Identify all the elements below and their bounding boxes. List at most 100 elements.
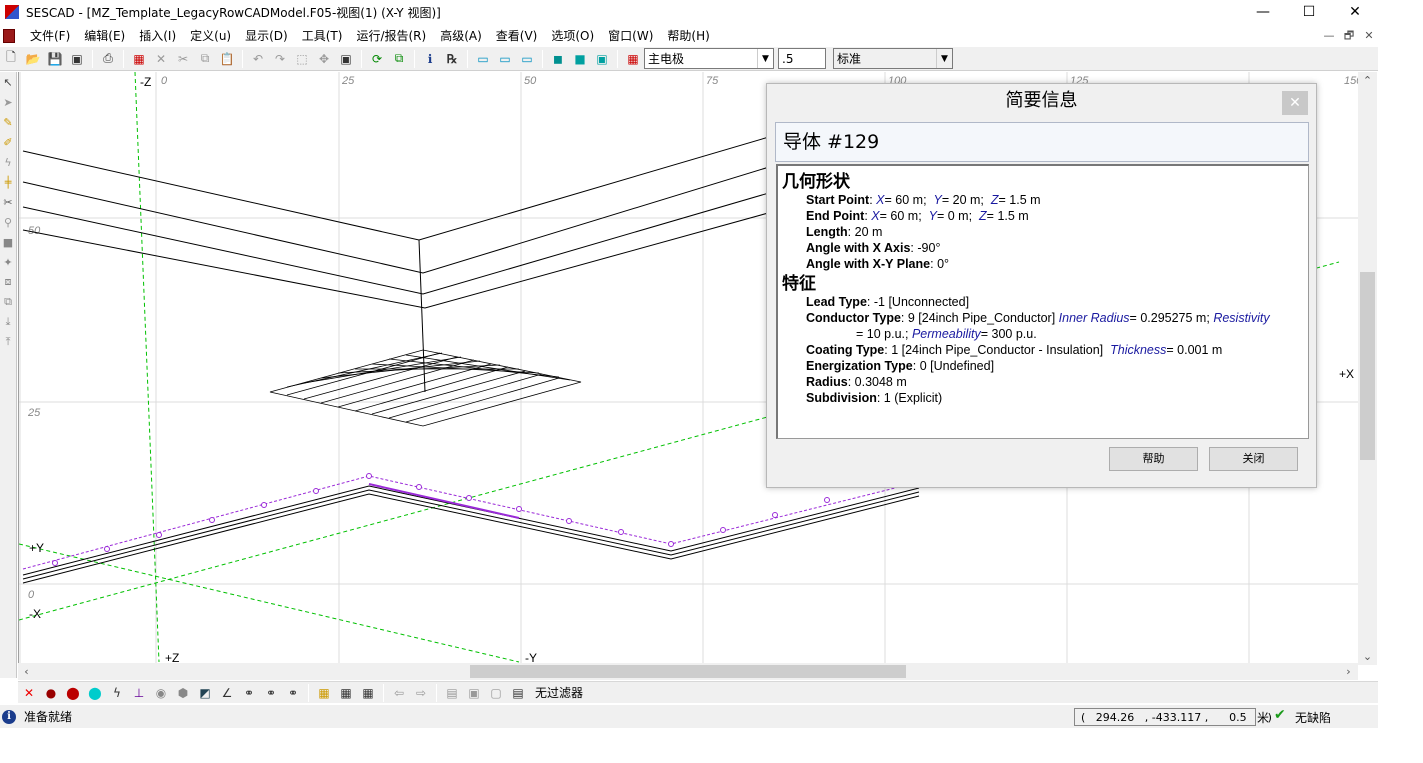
menu-edit[interactable]: 编辑(E) [77,26,132,46]
move-icon[interactable]: ✥ [313,48,335,70]
document-icon[interactable] [3,29,15,43]
vertical-scrollbar[interactable]: ⌃ ⌄ [1358,72,1377,665]
delete-red-icon[interactable]: ✕ [18,682,40,704]
conductor-icon[interactable]: ⬤ [62,682,84,704]
paint-icon[interactable]: ✐ [0,132,16,152]
grid-color-icon[interactable]: ▦ [313,682,335,704]
info-icon[interactable]: ℹ [419,48,441,70]
view-xy-icon[interactable]: ▭ [472,48,494,70]
close-button[interactable]: 关闭 [1209,447,1298,471]
open-file-icon[interactable]: 📂 [22,48,44,70]
selection-box-icon[interactable]: ▣ [335,48,357,70]
pipe-nodes[interactable] [52,473,830,566]
paste-icon[interactable]: 📋 [216,48,238,70]
horizontal-scrollbar[interactable]: ‹ › [18,663,1358,680]
binoculars-find-icon[interactable]: ⚭ [260,682,282,704]
menu-options[interactable]: 选项(O) [544,26,601,46]
save-all-icon[interactable]: ▣ [66,48,88,70]
menu-view[interactable]: 查看(V) [489,26,545,46]
filter-icon[interactable]: ▤ [441,682,463,704]
zoom-icon[interactable]: ⚲ [0,212,16,232]
save-icon[interactable]: 💾 [44,48,66,70]
box-icon[interactable]: ⧉ [0,292,16,312]
back-icon[interactable]: ⇦ [388,682,410,704]
check-icon: ✔ [1274,707,1286,723]
help-button[interactable]: 帮助 [1109,447,1198,471]
close-window-button[interactable]: ✕ [1332,0,1378,24]
ground-icon[interactable]: ⊥ [128,682,150,704]
horizontal-scroll-thumb[interactable] [470,665,906,678]
grid-icon[interactable]: ▦ [335,682,357,704]
filter-select-icon[interactable]: ▣ [463,682,485,704]
lightning-icon[interactable]: ϟ [0,152,16,172]
print-icon[interactable]: ⎙ [97,48,119,70]
disk-icon[interactable]: ◉ [150,682,172,704]
cube-icon[interactable]: ⬢ [172,682,194,704]
select-icon[interactable]: ⬚ [291,48,313,70]
select-arrow-icon[interactable]: ➤ [0,92,16,112]
menu-insert[interactable]: 插入(I) [132,26,183,46]
undo-icon[interactable]: ↶ [247,48,269,70]
scroll-left-icon[interactable]: ‹ [18,663,35,680]
maximize-button[interactable]: ☐ [1286,0,1332,24]
ruler-label: 25 [341,75,355,87]
view-yz-icon[interactable]: ▭ [516,48,538,70]
menu-window[interactable]: 窗口(W) [601,26,660,46]
scroll-up-icon[interactable]: ⌃ [1359,72,1376,89]
mdi-restore-button[interactable]: 🗗 [1340,28,1358,44]
color-palette-icon[interactable]: ▦ [128,48,150,70]
scroll-right-icon[interactable]: › [1340,663,1357,680]
scroll-down-icon[interactable]: ⌄ [1359,648,1376,665]
menu-advanced[interactable]: 高级(A) [433,26,489,46]
style-combo[interactable]: 标准 ▼ [833,48,953,69]
filter-list-icon[interactable]: ▤ [507,682,529,704]
angle-icon[interactable]: ∠ [216,682,238,704]
pointer-icon[interactable]: ↖ [0,72,16,92]
cut-icon[interactable]: ✂ [172,48,194,70]
menu-file[interactable]: 文件(F) [23,26,77,46]
mdi-minimize-button[interactable]: — [1320,28,1338,44]
binoculars-icon[interactable]: ⚭ [238,682,260,704]
filter-edit-icon[interactable]: ▢ [485,682,507,704]
forward-icon[interactable]: ⇨ [410,682,432,704]
new-file-icon[interactable]: 🗋 [0,48,22,70]
layers-icon[interactable]: ◩ [194,682,216,704]
rx-icon[interactable]: ℞ [441,48,463,70]
cyan-circle-icon[interactable]: ⬤ [84,682,106,704]
pin-icon[interactable]: ✦ [0,252,16,272]
down-arrow-icon[interactable]: ⤓ [0,312,16,332]
scissors-icon[interactable]: ✂ [0,192,16,212]
view-top-icon[interactable]: ▣ [591,48,613,70]
menu-tools[interactable]: 工具(T) [295,26,350,46]
binoculars-next-icon[interactable]: ⚭ [282,682,304,704]
menu-display[interactable]: 显示(D) [238,26,295,46]
rectangle-icon[interactable]: ■ [0,232,16,252]
menu-define[interactable]: 定义(u) [183,26,238,46]
ground-grid[interactable] [269,349,582,427]
value-field[interactable]: .5 [778,48,826,69]
view-front-icon[interactable]: ■ [569,48,591,70]
close-icon[interactable]: ✕ [1282,91,1308,115]
view-3d-icon[interactable]: ◼ [547,48,569,70]
pencil-icon[interactable]: ✎ [0,112,16,132]
view-xz-icon[interactable]: ▭ [494,48,516,70]
electrode-icon[interactable]: ● [40,682,62,704]
mdi-close-button[interactable]: ✕ [1360,28,1378,44]
layer-combo[interactable]: 主电极 ▼ [644,48,774,69]
grid-tool-icon[interactable]: ╪ [0,172,16,192]
redo-icon[interactable]: ↷ [269,48,291,70]
menu-help[interactable]: 帮助(H) [660,26,716,46]
frame-icon[interactable]: ⧈ [0,272,16,292]
minimize-button[interactable]: — [1240,0,1286,24]
up-arrow-icon[interactable]: ⤒ [0,332,16,352]
delete-icon[interactable]: ✕ [150,48,172,70]
lightning-icon[interactable]: ϟ [106,682,128,704]
grid-large-icon[interactable]: ▦ [357,682,379,704]
overhead-conductors[interactable] [22,133,780,393]
copy-objects-icon[interactable]: ⧉ [388,48,410,70]
vertical-scroll-thumb[interactable] [1360,272,1375,460]
copy-icon[interactable]: ⧉ [194,48,216,70]
selected-segment[interactable] [368,483,520,519]
rotate-icon[interactable]: ⟳ [366,48,388,70]
menu-run-report[interactable]: 运行/报告(R) [349,26,433,46]
